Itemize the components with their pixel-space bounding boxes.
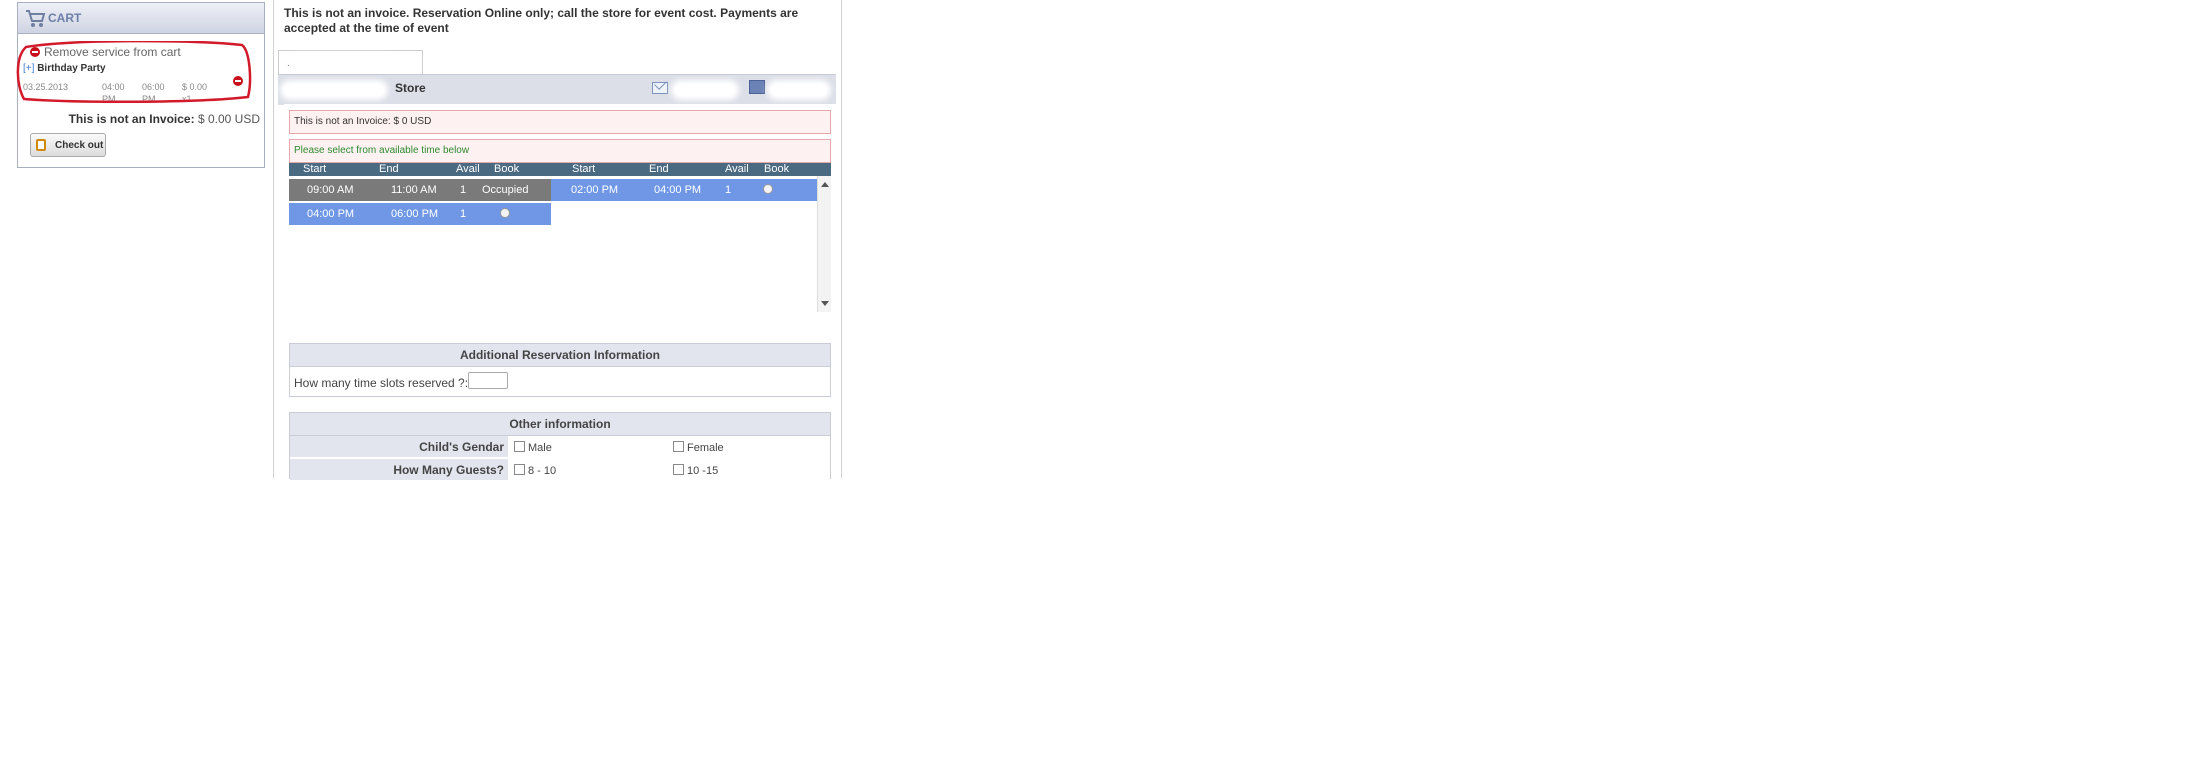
- checkbox[interactable]: [514, 464, 525, 475]
- col-avail: Avail: [725, 163, 749, 175]
- remove-item-icon[interactable]: [233, 76, 243, 86]
- slot-book-status: Occupied: [482, 184, 529, 196]
- option-label: 10 -15: [687, 465, 719, 477]
- slot-avail: 1: [460, 184, 467, 196]
- cart-item-price-value: $ 0.00: [182, 82, 208, 92]
- option-label: Female: [687, 442, 724, 454]
- checkbox[interactable]: [514, 441, 525, 452]
- email-icon[interactable]: [652, 82, 668, 94]
- col-end: End: [379, 163, 399, 175]
- additional-info-section: Additional Reservation Information How m…: [289, 343, 831, 397]
- col-start: Start: [303, 163, 327, 175]
- cart-item-qty: x1: [182, 94, 192, 104]
- time-slot-row[interactable]: 04:00 PM 06:00 PM 1: [289, 203, 551, 225]
- time-slot-row-occupied: 09:00 AM 11:00 AM 1 Occupied: [289, 179, 551, 201]
- col-book: Book: [494, 163, 520, 175]
- cart-panel: CART Remove service from cart [+] Birthd…: [16, 2, 265, 168]
- cart-item-date: 03.25.2013: [23, 82, 69, 92]
- guests-10-15-option[interactable]: 10 -15: [673, 464, 718, 477]
- slot-avail: 1: [460, 208, 467, 220]
- remove-icon: [30, 47, 40, 57]
- redacted-text: [675, 84, 735, 96]
- cart-title: CART: [48, 11, 82, 25]
- print-icon[interactable]: [749, 80, 765, 94]
- expand-item-toggle[interactable]: [+]: [23, 63, 34, 74]
- invoice-notice: This is not an Invoice: $ 0 USD: [289, 110, 831, 134]
- slots-reserved-label: How many time slots reserved ?:: [294, 376, 469, 390]
- option-label: Male: [528, 442, 552, 454]
- select-time-text: Please select from available time below: [294, 145, 470, 156]
- slot-avail: 1: [725, 184, 732, 196]
- section-title: Other information: [290, 413, 830, 436]
- cart-item-price: $ 0.00 x1: [182, 81, 214, 105]
- checkbox[interactable]: [673, 441, 684, 452]
- cart-header: CART: [18, 3, 264, 34]
- shopping-cart-icon: [26, 10, 46, 27]
- col-end: End: [649, 163, 669, 175]
- gender-male-option[interactable]: Male: [514, 441, 552, 454]
- time-slot-row[interactable]: 02:00 PM 04:00 PM 1: [551, 179, 817, 201]
- guests-8-10-option[interactable]: 8 - 10: [514, 464, 556, 477]
- remove-service-link[interactable]: Remove service from cart: [30, 45, 181, 59]
- time-slot-grid-header: Start End Avail Book Start End Avail Boo…: [289, 163, 831, 176]
- checkout-button[interactable]: Check out: [30, 133, 106, 157]
- tab-store[interactable]: .: [278, 50, 423, 75]
- scroll-up-arrow-icon[interactable]: [821, 182, 829, 187]
- section-title: Additional Reservation Information: [290, 344, 830, 367]
- reservation-notice: This is not an invoice. Reservation Onli…: [284, 6, 799, 35]
- gender-female-option[interactable]: Female: [673, 441, 724, 454]
- cart-item-label: Birthday Party: [37, 63, 106, 74]
- book-radio[interactable]: [763, 184, 773, 194]
- checkbox[interactable]: [673, 464, 684, 475]
- select-time-prompt: Please select from available time below: [289, 139, 831, 163]
- cart-invoice-label: This is not an Invoice:: [68, 112, 195, 126]
- option-label: 8 - 10: [528, 465, 557, 477]
- guests-label: How Many Guests?: [290, 459, 508, 481]
- store-name: Store: [395, 81, 426, 95]
- slot-grid-scrollbar[interactable]: [817, 176, 831, 312]
- book-radio[interactable]: [500, 208, 510, 218]
- redacted-text: [771, 84, 827, 96]
- redacted-text: [284, 84, 384, 96]
- gender-label: Child's Gendar: [290, 436, 508, 458]
- cart-invoice-value: $ 0.00 USD: [197, 112, 260, 126]
- scroll-down-arrow-icon[interactable]: [821, 301, 829, 306]
- col-book: Book: [764, 163, 790, 175]
- cart-item-end-time: 06:00 PM: [142, 82, 165, 104]
- remove-service-label: Remove service from cart: [44, 45, 181, 59]
- slot-start: 04:00 PM: [307, 208, 355, 220]
- other-info-section: Other information Child's Gendar Male Fe…: [289, 412, 831, 481]
- cart-invoice-total: This is not an Invoice: $ 0.00 USD: [69, 112, 260, 126]
- col-start: Start: [572, 163, 596, 175]
- store-header: Store: [278, 74, 836, 105]
- cart-item-start-time: 04:00 PM: [102, 82, 125, 104]
- checkout-label: Check out: [55, 140, 104, 151]
- cart-item-name[interactable]: [+] Birthday Party: [23, 63, 106, 74]
- clipboard-icon: [36, 139, 46, 151]
- redacted-text: [293, 58, 393, 70]
- slot-end: 04:00 PM: [654, 184, 702, 196]
- invoice-notice-text: This is not an Invoice: $ 0 USD: [294, 116, 432, 127]
- slots-reserved-input[interactable]: [468, 372, 508, 389]
- slot-end: 11:00 AM: [391, 184, 437, 196]
- slot-start: 02:00 PM: [571, 184, 619, 196]
- col-avail: Avail: [456, 163, 480, 175]
- slot-end: 06:00 PM: [391, 208, 439, 220]
- tab-label: .: [287, 58, 290, 69]
- slot-start: 09:00 AM: [307, 184, 354, 196]
